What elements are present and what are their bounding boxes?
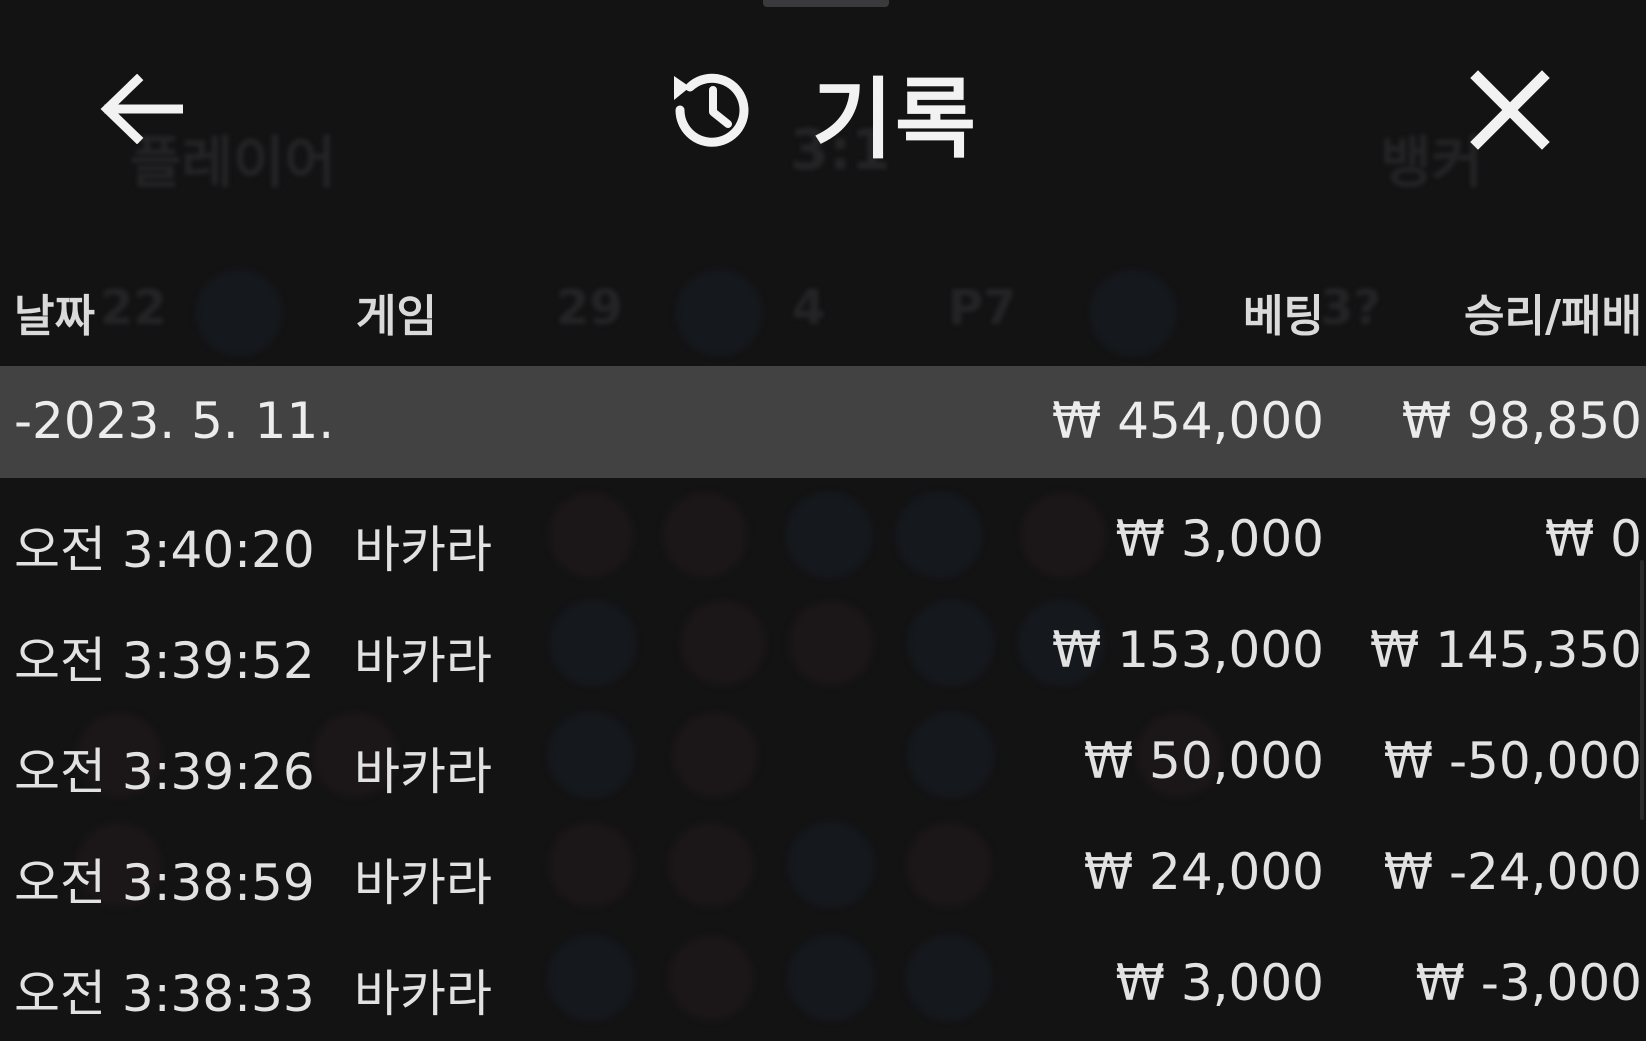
- back-button[interactable]: [96, 72, 186, 150]
- row-bet: ₩ 3,000: [1115, 954, 1324, 1012]
- table-row[interactable]: 오전 3:38:59 바카라 ₩ 24,000 ₩ -24,000: [0, 819, 1646, 930]
- row-bet: ₩ 24,000: [1083, 843, 1324, 901]
- row-bet: ₩ 3,000: [1115, 510, 1324, 568]
- summary-win-loss-total: ₩ 98,850: [1401, 392, 1642, 450]
- history-list: 오전 3:40:20 바카라 ₩ 3,000 ₩ 0 오전 3:39:52 바카…: [0, 486, 1646, 1041]
- row-time: 오전 3:39:52: [14, 632, 315, 690]
- row-win-loss: ₩ -50,000: [1383, 732, 1642, 790]
- row-game: 바카라: [354, 854, 492, 912]
- table-row[interactable]: 오전 3:38:33 바카라 ₩ 3,000 ₩ -3,000: [0, 930, 1646, 1041]
- row-game: 바카라: [354, 965, 492, 1023]
- row-win-loss: ₩ 0: [1544, 510, 1642, 568]
- row-time: 오전 3:39:26: [14, 743, 315, 801]
- row-win-loss: ₩ -24,000: [1383, 843, 1642, 901]
- scrollbar[interactable]: [1640, 560, 1644, 820]
- column-header-win-loss[interactable]: 승리/패배: [1464, 280, 1642, 344]
- row-time: 오전 3:38:59: [14, 854, 315, 912]
- table-row[interactable]: 오전 3:39:26 바카라 ₩ 50,000 ₩ -50,000: [0, 708, 1646, 819]
- column-header-bet[interactable]: 베팅: [1243, 280, 1324, 344]
- row-win-loss: ₩ 145,350: [1369, 621, 1642, 679]
- row-game: 바카라: [354, 632, 492, 690]
- close-icon: [1470, 70, 1550, 154]
- row-win-loss: ₩ -3,000: [1415, 954, 1642, 1012]
- page-title-group: 기록: [660, 52, 978, 172]
- row-bet: ₩ 50,000: [1083, 732, 1324, 790]
- row-game: 바카라: [354, 743, 492, 801]
- summary-bet-total: ₩ 454,000: [1051, 392, 1324, 450]
- arrow-left-icon: [99, 73, 184, 148]
- close-button[interactable]: [1462, 64, 1558, 160]
- table-row[interactable]: 오전 3:40:20 바카라 ₩ 3,000 ₩ 0: [0, 486, 1646, 597]
- row-bet: ₩ 153,000: [1051, 621, 1324, 679]
- date-summary-row[interactable]: -2023. 5. 11. ₩ 454,000 ₩ 98,850: [0, 366, 1646, 478]
- summary-date: -2023. 5. 11.: [14, 392, 335, 450]
- column-header-game[interactable]: 게임: [356, 280, 437, 344]
- page-title: 기록: [812, 67, 978, 171]
- column-header-date[interactable]: 날짜: [14, 280, 95, 344]
- row-game: 바카라: [354, 521, 492, 579]
- row-time: 오전 3:38:33: [14, 965, 315, 1023]
- table-row[interactable]: 오전 3:39:52 바카라 ₩ 153,000 ₩ 145,350: [0, 597, 1646, 708]
- history-icon: [660, 60, 760, 164]
- history-header: 기록: [0, 0, 1646, 220]
- row-time: 오전 3:40:20: [14, 521, 315, 579]
- table-header: 날짜 게임 베팅 승리/패배: [0, 272, 1646, 342]
